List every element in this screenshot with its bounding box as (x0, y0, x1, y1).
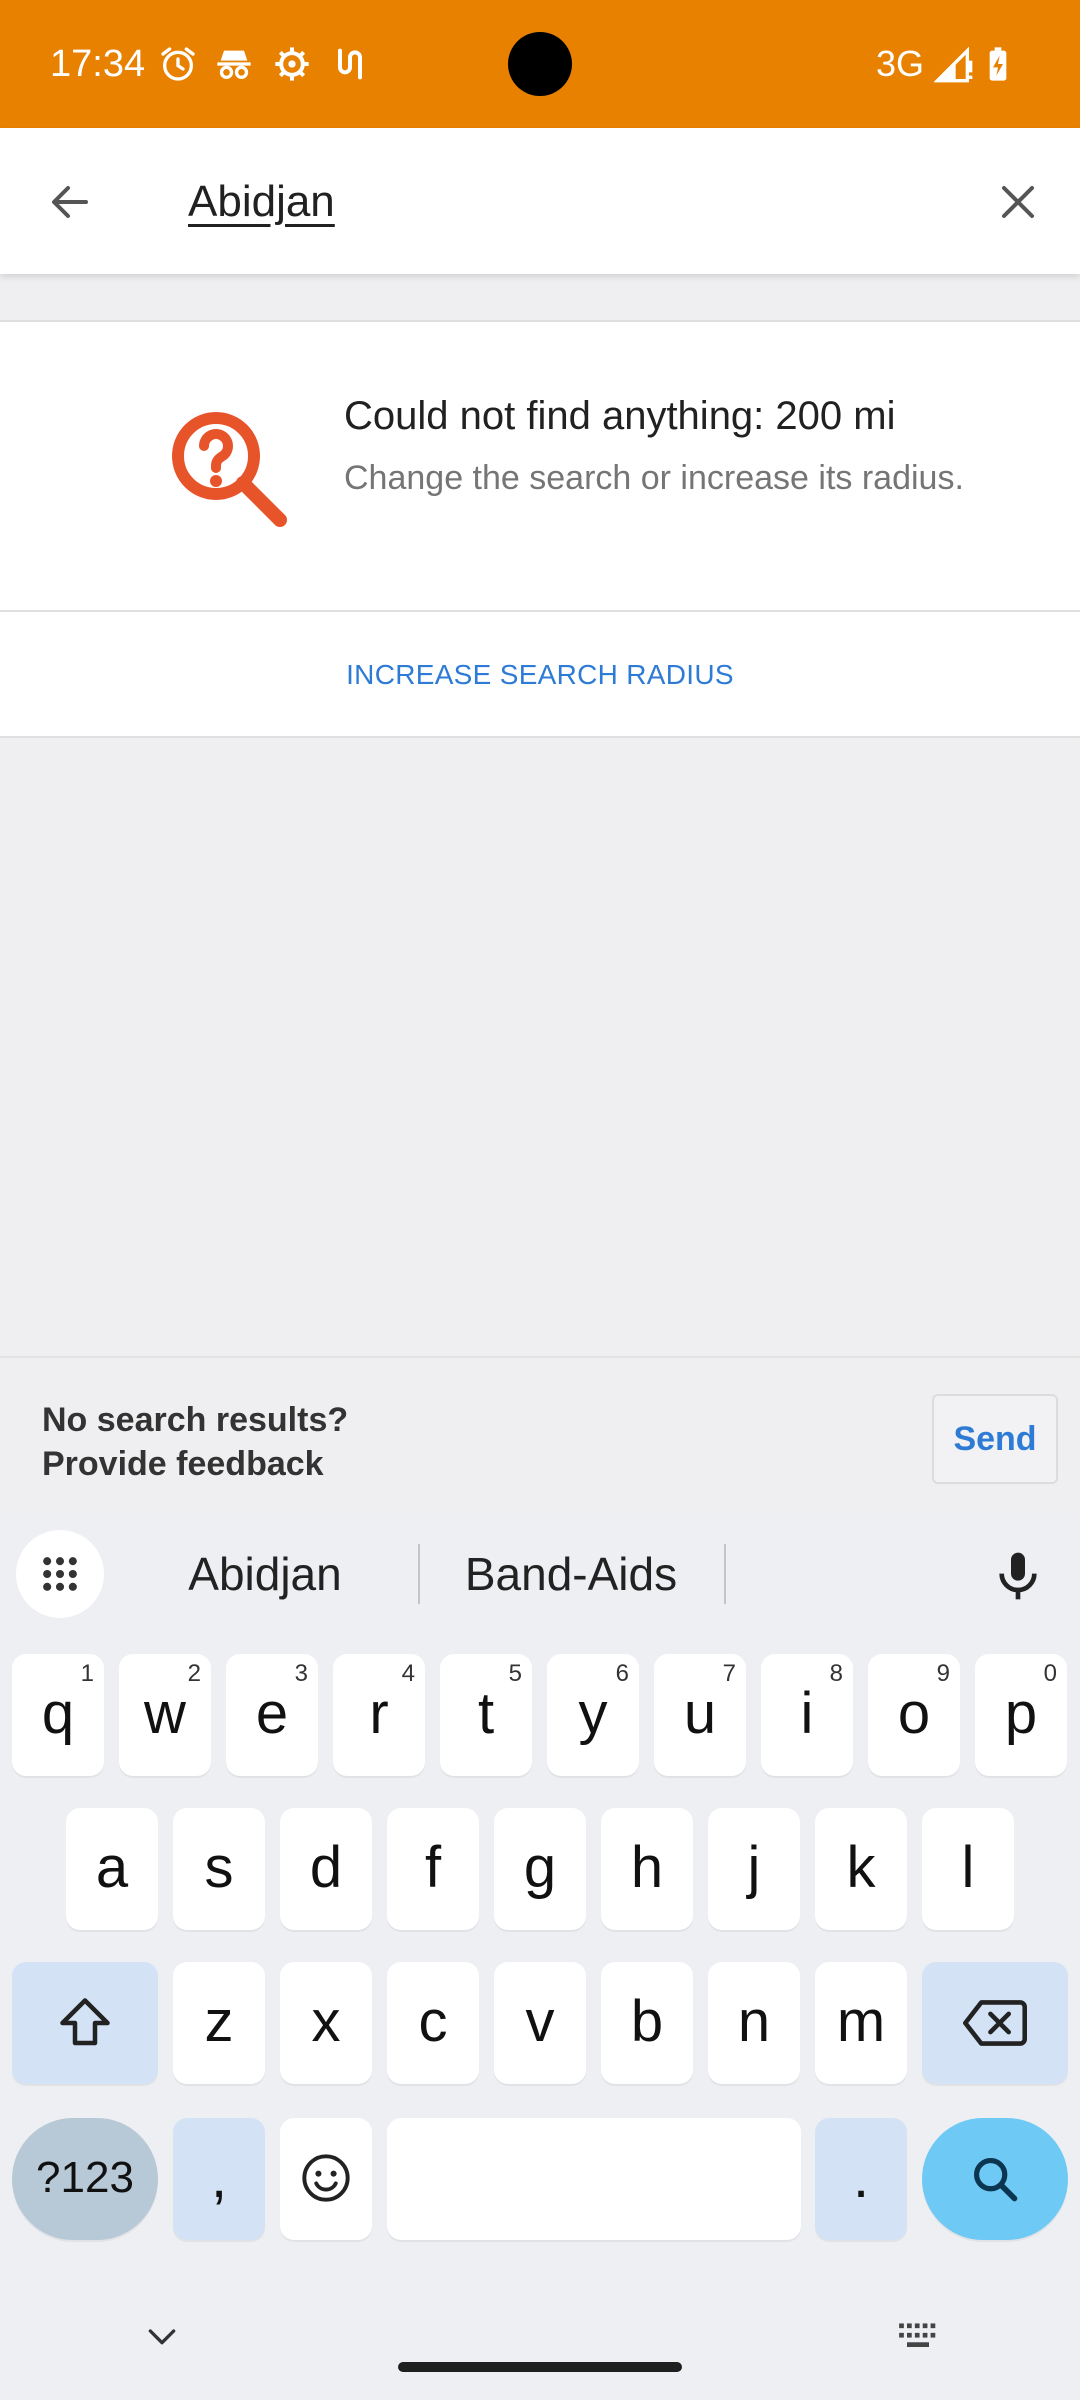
search-icon (973, 2157, 1018, 2202)
key-hint: 6 (615, 1660, 629, 1687)
keyboard-switch-icon[interactable] (896, 2320, 940, 2352)
search-question-icon (172, 412, 287, 527)
key-label: w (144, 1681, 186, 1746)
suggestion-2[interactable]: Band-Aids (430, 1530, 712, 1618)
backspace-icon (963, 2000, 1027, 2046)
key-o[interactable]: o9 (868, 1654, 960, 1776)
key-x[interactable]: x (280, 1962, 372, 2084)
key-v[interactable]: v (494, 1962, 586, 2084)
arrow-back-icon[interactable] (46, 178, 94, 226)
shift-icon (60, 1998, 110, 2046)
close-icon[interactable] (994, 178, 1042, 226)
settings-gear-icon (275, 47, 309, 81)
key-label: i (800, 1681, 814, 1746)
no-results-card: Could not find anything: 200 mi Change t… (0, 320, 1080, 738)
key-hint: 5 (508, 1660, 522, 1687)
emoji-key[interactable] (280, 2118, 372, 2240)
signal-icon (934, 46, 973, 83)
key-label: r (369, 1681, 389, 1746)
tape-icon (338, 48, 362, 80)
status-time: 17:34 (50, 43, 146, 85)
key-label: q (41, 1681, 75, 1746)
backspace-key[interactable] (922, 1962, 1068, 2084)
key-hint: 8 (829, 1660, 843, 1687)
key-label: y (578, 1681, 608, 1746)
network-type-label: 3G (876, 43, 925, 84)
key-a[interactable]: a (66, 1808, 158, 1930)
key-z[interactable]: z (173, 1962, 265, 2084)
key-hint: 0 (1043, 1660, 1057, 1687)
camera-cutout (508, 32, 572, 96)
key-label: o (897, 1681, 931, 1746)
key-t[interactable]: t5 (440, 1654, 532, 1776)
microphone-icon[interactable] (990, 1548, 1046, 1604)
incognito-icon (217, 50, 251, 80)
key-e[interactable]: e3 (226, 1654, 318, 1776)
chevron-down-icon[interactable] (142, 2316, 182, 2356)
emoji-icon (302, 2154, 350, 2202)
key-m[interactable]: m (815, 1962, 907, 2084)
key-l[interactable]: l (922, 1808, 1014, 1930)
key-f[interactable]: f (387, 1808, 479, 1930)
comma-key[interactable]: , (173, 2118, 265, 2240)
no-results-title: Could not find anything: 200 mi (344, 394, 896, 438)
key-label: e (255, 1681, 289, 1746)
key-hint: 1 (80, 1660, 94, 1687)
key-h[interactable]: h (601, 1808, 693, 1930)
key-n[interactable]: n (708, 1962, 800, 2084)
key-g[interactable]: g (494, 1808, 586, 1930)
send-feedback-button[interactable]: Send (932, 1394, 1058, 1484)
keyboard-grid-icon (43, 1557, 77, 1591)
key-w[interactable]: w2 (119, 1654, 211, 1776)
key-label: t (477, 1681, 495, 1746)
key-i[interactable]: i8 (761, 1654, 853, 1776)
key-b[interactable]: b (601, 1962, 693, 2084)
key-k[interactable]: k (815, 1808, 907, 1930)
key-r[interactable]: r4 (333, 1654, 425, 1776)
key-hint: 3 (294, 1660, 308, 1687)
home-indicator[interactable] (398, 2362, 682, 2372)
key-hint: 4 (401, 1660, 415, 1687)
soft-keyboard: Abidjan Band-Aids q1 w2 e3 r4 t5 y6 u7 i… (0, 1516, 1080, 2400)
key-q[interactable]: q1 (12, 1654, 104, 1776)
key-hint: 2 (187, 1660, 201, 1687)
key-hint: 9 (936, 1660, 950, 1687)
key-y[interactable]: y6 (547, 1654, 639, 1776)
suggestion-divider (418, 1544, 420, 1604)
feedback-bar: No search results? Provide feedback Send (0, 1356, 1080, 1516)
increase-search-radius-button[interactable]: INCREASE SEARCH RADIUS (0, 612, 1080, 738)
suggestion-divider (724, 1544, 726, 1604)
key-c[interactable]: c (387, 1962, 479, 2084)
key-hint: 7 (722, 1660, 736, 1687)
key-j[interactable]: j (708, 1808, 800, 1930)
search-key[interactable] (922, 2118, 1068, 2240)
keyboard-menu-button[interactable] (16, 1530, 104, 1618)
symbols-key[interactable]: ?123 (12, 2118, 158, 2240)
key-label: p (1004, 1681, 1038, 1746)
no-results-subtitle: Change the search or increase its radius… (344, 459, 964, 497)
suggestion-1[interactable]: Abidjan (130, 1530, 400, 1618)
space-key[interactable] (387, 2118, 801, 2240)
feedback-prompt: No search results? Provide feedback (42, 1401, 349, 1483)
key-d[interactable]: d (280, 1808, 372, 1930)
status-bar: 17:34 3G (0, 0, 1080, 128)
key-label: u (683, 1681, 717, 1746)
battery-charging-icon (989, 47, 1007, 81)
key-p[interactable]: p0 (975, 1654, 1067, 1776)
period-key[interactable]: . (815, 2118, 907, 2240)
shift-key[interactable] (12, 1962, 158, 2084)
key-s[interactable]: s (173, 1808, 265, 1930)
key-u[interactable]: u7 (654, 1654, 746, 1776)
alarm-icon (161, 47, 195, 81)
search-toolbar (0, 128, 1080, 274)
search-input[interactable] (188, 172, 948, 232)
